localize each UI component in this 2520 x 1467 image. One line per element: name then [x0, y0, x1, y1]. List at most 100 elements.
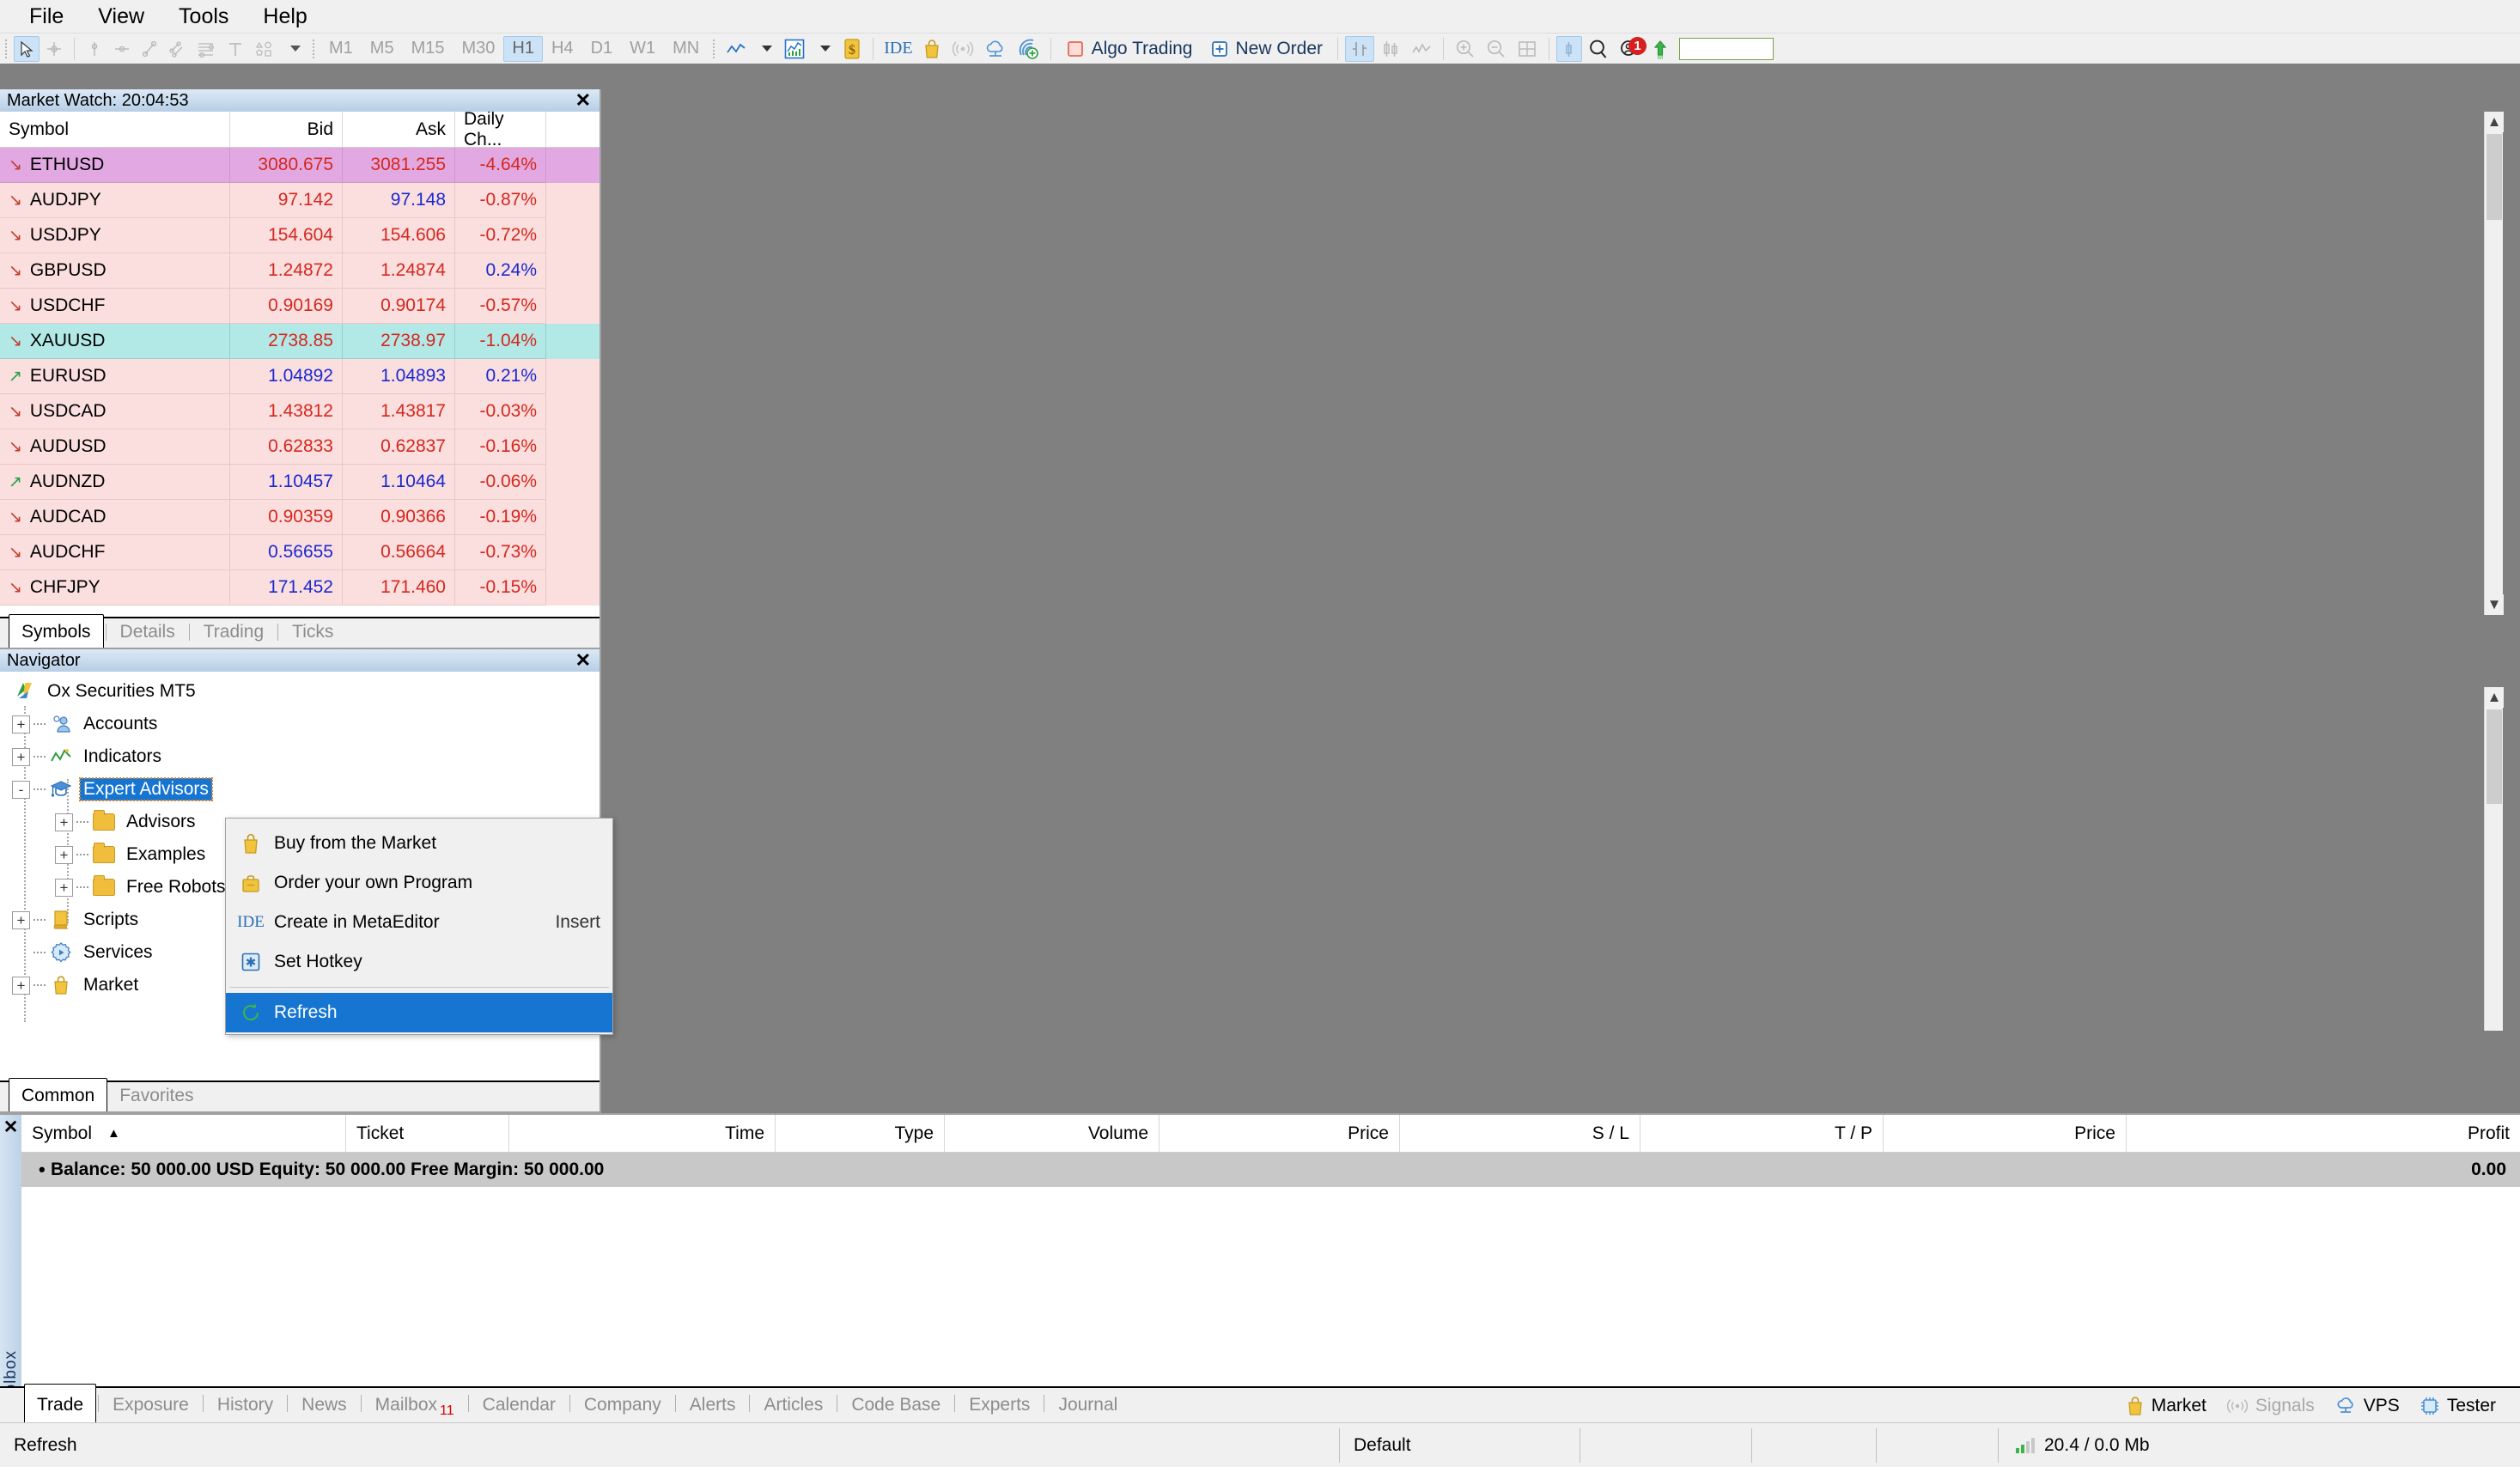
- line-chart-type-icon[interactable]: [1407, 36, 1436, 62]
- indicator-chart-icon[interactable]: [780, 36, 809, 62]
- toolbox-tab-code-base[interactable]: Code Base: [839, 1390, 953, 1422]
- context-menu-item-refresh[interactable]: Refresh: [226, 993, 612, 1032]
- search-input[interactable]: [1679, 37, 1774, 60]
- market-watch-row[interactable]: ↗ AUDNZD 1.10457 1.10464 -0.06%: [0, 465, 600, 500]
- tree-expander-expand-icon[interactable]: +: [55, 813, 73, 831]
- column-header-symbol[interactable]: Symbol: [0, 112, 230, 147]
- column-header-time[interactable]: Time: [509, 1115, 776, 1152]
- scroll-up-icon[interactable]: ▲: [2485, 112, 2504, 132]
- navigator-root-item[interactable]: Ox Securities MT5: [0, 675, 600, 708]
- menu-item-help[interactable]: Help: [246, 2, 324, 31]
- column-header-price-current[interactable]: Price: [1884, 1115, 2127, 1152]
- timeframe-d1[interactable]: D1: [582, 36, 622, 62]
- toolbox-link-tester[interactable]: Tester: [2412, 1395, 2503, 1417]
- column-header-volume[interactable]: Volume: [945, 1115, 1160, 1152]
- tree-expander-expand-icon[interactable]: +: [55, 845, 73, 864]
- zoom-out-icon[interactable]: [1482, 36, 1511, 62]
- toolbox-tab-trade[interactable]: Trade: [24, 1384, 97, 1422]
- column-header-profit[interactable]: Profit: [2127, 1115, 2520, 1152]
- tab-ticks[interactable]: Ticks: [280, 618, 345, 648]
- context-menu-item-order-your-own-program[interactable]: Order your own Program: [226, 863, 612, 903]
- context-menu-item-create-in-metaeditor[interactable]: IDE Create in MetaEditor Insert: [226, 903, 612, 942]
- column-header-ticket[interactable]: Ticket: [346, 1115, 509, 1152]
- timeframe-m5[interactable]: M5: [362, 36, 403, 62]
- upload-icon[interactable]: M: [1647, 36, 1673, 62]
- add-signal-icon[interactable]: [1013, 36, 1044, 62]
- indicator-dropdown-arrow-icon[interactable]: [811, 36, 837, 62]
- vertical-line-icon[interactable]: [82, 36, 107, 62]
- account-balance-row[interactable]: • Balance: 50 000.00 USD Equity: 50 000.…: [21, 1153, 2520, 1187]
- candlestick-chart-icon[interactable]: [1376, 36, 1405, 62]
- tree-expander-expand-icon[interactable]: +: [12, 715, 30, 734]
- timeframe-m1[interactable]: M1: [320, 36, 362, 62]
- column-header-bid[interactable]: Bid: [230, 112, 343, 147]
- tab-favorites[interactable]: Favorites: [107, 1082, 205, 1111]
- shapes-dropdown-arrow-icon[interactable]: [281, 36, 307, 62]
- scroll-up-icon[interactable]: ▲: [2485, 687, 2504, 708]
- toolbox-tab-history[interactable]: History: [205, 1390, 285, 1422]
- tree-expander-expand-icon[interactable]: +: [12, 910, 30, 929]
- navigator-scrollbar[interactable]: ▲: [2484, 687, 2504, 1031]
- line-chart-icon[interactable]: [721, 36, 751, 62]
- market-watch-row[interactable]: ↘ GBPUSD 1.24872 1.24874 0.24%: [0, 253, 600, 289]
- toolbox-tab-experts[interactable]: Experts: [957, 1390, 1042, 1422]
- toolbox-link-market[interactable]: Market: [2118, 1396, 2213, 1416]
- market-watch-row[interactable]: ↘ XAUUSD 2738.85 2738.97 -1.04%: [0, 324, 600, 359]
- market-watch-row[interactable]: ↘ AUDJPY 97.142 97.148 -0.87%: [0, 183, 600, 218]
- market-watch-row[interactable]: ↘ USDCHF 0.90169 0.90174 -0.57%: [0, 289, 600, 324]
- new-order-button[interactable]: New Order: [1202, 36, 1332, 62]
- tree-expander-expand-icon[interactable]: +: [55, 878, 73, 897]
- dollar-icon[interactable]: $: [838, 36, 866, 62]
- market-watch-row[interactable]: ↘ CHFJPY 171.452 171.460 -0.15%: [0, 570, 600, 606]
- tab-symbols[interactable]: Symbols: [9, 614, 104, 648]
- scrollbar-thumb[interactable]: [2487, 709, 2502, 804]
- trendline-icon[interactable]: [137, 36, 162, 62]
- search-icon[interactable]: [1584, 36, 1613, 62]
- crosshair-icon[interactable]: [41, 36, 67, 62]
- toolbox-link-signals[interactable]: Signals: [2219, 1396, 2322, 1416]
- market-watch-row[interactable]: ↗ EURUSD 1.04892 1.04893 0.21%: [0, 359, 600, 394]
- bar-chart-icon[interactable]: [1345, 35, 1375, 62]
- navigator-item-accounts[interactable]: + Accounts: [0, 708, 600, 740]
- toolbox-link-vps[interactable]: VPS: [2327, 1396, 2407, 1416]
- toolbox-tab-exposure[interactable]: Exposure: [100, 1390, 201, 1422]
- cursor-icon[interactable]: [14, 35, 40, 62]
- navigator-item-indicators[interactable]: + Indicators: [0, 740, 600, 773]
- toolbox-tab-alerts[interactable]: Alerts: [678, 1390, 748, 1422]
- context-menu-item-buy-from-market[interactable]: Buy from the Market: [226, 824, 612, 863]
- single-candle-icon[interactable]: [1556, 35, 1583, 62]
- timeframe-h4[interactable]: H4: [543, 36, 582, 62]
- close-icon[interactable]: ✕: [572, 89, 594, 112]
- toolbox-tab-calendar[interactable]: Calendar: [471, 1390, 568, 1422]
- column-header-daily-change[interactable]: Daily Ch...: [455, 112, 546, 149]
- column-header-sl[interactable]: S / L: [1400, 1115, 1640, 1152]
- tree-expander-collapse-icon[interactable]: -: [12, 780, 30, 799]
- context-menu-item-set-hotkey[interactable]: ✱ Set Hotkey: [226, 942, 612, 982]
- timeframe-mn[interactable]: MN: [664, 36, 708, 62]
- column-header-ask[interactable]: Ask: [343, 112, 455, 147]
- toolbox-tab-news[interactable]: News: [289, 1390, 359, 1422]
- market-watch-row[interactable]: ↘ AUDCAD 0.90359 0.90366 -0.19%: [0, 500, 600, 535]
- toolbar-grip-charts[interactable]: [711, 37, 719, 60]
- tile-windows-icon[interactable]: [1513, 36, 1542, 62]
- market-bag-icon[interactable]: [918, 36, 946, 62]
- timeframe-m30[interactable]: M30: [453, 36, 504, 62]
- chart-workspace-area[interactable]: [601, 64, 2520, 1113]
- toolbox-tab-journal[interactable]: Journal: [1046, 1390, 1129, 1422]
- scrollbar-thumb[interactable]: [2487, 134, 2502, 220]
- timeframe-w1[interactable]: W1: [621, 36, 664, 62]
- close-icon[interactable]: ✕: [572, 649, 594, 672]
- tab-trading[interactable]: Trading: [192, 618, 276, 648]
- scroll-down-icon[interactable]: ▼: [2485, 594, 2504, 615]
- horizontal-line-icon[interactable]: [109, 36, 135, 62]
- timeframe-m15[interactable]: M15: [403, 36, 453, 62]
- tree-expander-expand-icon[interactable]: +: [12, 976, 30, 995]
- toolbar-grip[interactable]: [3, 37, 10, 60]
- toolbox-tab-mailbox[interactable]: Mailbox 11: [363, 1390, 466, 1422]
- tree-expander-expand-icon[interactable]: +: [12, 747, 30, 766]
- menu-item-file[interactable]: File: [12, 2, 81, 31]
- vps-cloud-icon[interactable]: [980, 36, 1011, 62]
- market-watch-row[interactable]: ↘ USDCAD 1.43812 1.43817 -0.03%: [0, 394, 600, 429]
- menu-item-view[interactable]: View: [81, 2, 161, 31]
- market-watch-row[interactable]: ↘ ETHUSD 3080.675 3081.255 -4.64%: [0, 148, 600, 183]
